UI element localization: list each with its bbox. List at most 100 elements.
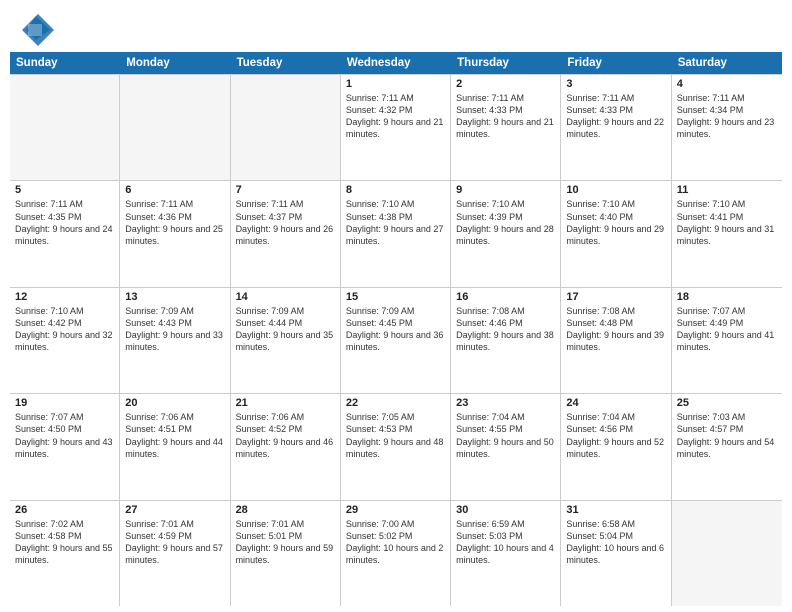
empty-cell (672, 501, 782, 606)
day-number: 31 (566, 504, 665, 516)
calendar-day-cell: 4 Sunrise: 7:11 AM Sunset: 4:34 PM Daylig… (672, 75, 782, 180)
day-info: Sunrise: 7:11 AM Sunset: 4:34 PM Dayligh… (677, 92, 777, 141)
calendar-day-cell: 26 Sunrise: 7:02 AM Sunset: 4:58 PM Dayli… (10, 501, 120, 606)
calendar-week-row: 19Sunrise: 7:07 AM Sunset: 4:50 PM Dayli… (10, 394, 782, 500)
header (0, 0, 792, 52)
day-number: 18 (677, 291, 777, 303)
day-info: Sunrise: 7:07 AM Sunset: 4:50 PM Dayligh… (15, 411, 114, 460)
day-info: Sunrise: 7:11 AM Sunset: 4:35 PM Dayligh… (15, 198, 114, 247)
empty-cell (231, 75, 341, 180)
page: SundayMondayTuesdayWednesdayThursdayFrid… (0, 0, 792, 612)
day-info: Sunrise: 7:07 AM Sunset: 4:49 PM Dayligh… (677, 305, 777, 354)
weekday-header: Friday (561, 52, 671, 74)
day-number: 22 (346, 397, 445, 409)
day-number: 3 (566, 78, 665, 90)
day-number: 11 (677, 184, 777, 196)
calendar-day-cell: 21 Sunrise: 7:06 AM Sunset: 4:52 PM Dayli… (231, 394, 341, 499)
day-number: 16 (456, 291, 555, 303)
weekday-header: Wednesday (341, 52, 451, 74)
logo-icon (18, 10, 54, 46)
calendar-day-cell: 13 Sunrise: 7:09 AM Sunset: 4:43 PM Dayli… (120, 288, 230, 393)
day-info: Sunrise: 7:01 AM Sunset: 4:59 PM Dayligh… (125, 518, 224, 567)
calendar-day-cell: 31Sunrise: 6:58 AM Sunset: 5:04 PM Dayli… (561, 501, 671, 606)
calendar-day-cell: 23 Sunrise: 7:04 AM Sunset: 4:55 PM Dayli… (451, 394, 561, 499)
day-number: 24 (566, 397, 665, 409)
calendar-day-cell: 28Sunrise: 7:01 AM Sunset: 5:01 PM Dayli… (231, 501, 341, 606)
logo (18, 10, 56, 46)
day-info: Sunrise: 7:10 AM Sunset: 4:41 PM Dayligh… (677, 198, 777, 247)
day-number: 26 (15, 504, 114, 516)
day-number: 1 (346, 78, 445, 90)
day-info: Sunrise: 7:06 AM Sunset: 4:51 PM Dayligh… (125, 411, 224, 460)
day-number: 9 (456, 184, 555, 196)
calendar-day-cell: 6 Sunrise: 7:11 AM Sunset: 4:36 PM Daylig… (120, 181, 230, 286)
day-info: Sunrise: 7:11 AM Sunset: 4:33 PM Dayligh… (566, 92, 665, 141)
day-number: 20 (125, 397, 224, 409)
calendar-body: 1 Sunrise: 7:11 AM Sunset: 4:32 PM Daylig… (10, 74, 782, 606)
day-number: 10 (566, 184, 665, 196)
calendar-day-cell: 15Sunrise: 7:09 AM Sunset: 4:45 PM Dayli… (341, 288, 451, 393)
calendar-day-cell: 24 Sunrise: 7:04 AM Sunset: 4:56 PM Dayli… (561, 394, 671, 499)
day-info: Sunrise: 7:05 AM Sunset: 4:53 PM Dayligh… (346, 411, 445, 460)
day-info: Sunrise: 7:04 AM Sunset: 4:55 PM Dayligh… (456, 411, 555, 460)
day-info: Sunrise: 7:11 AM Sunset: 4:32 PM Dayligh… (346, 92, 445, 141)
day-info: Sunrise: 7:11 AM Sunset: 4:37 PM Dayligh… (236, 198, 335, 247)
calendar-day-cell: 2 Sunrise: 7:11 AM Sunset: 4:33 PM Daylig… (451, 75, 561, 180)
day-info: Sunrise: 7:08 AM Sunset: 4:46 PM Dayligh… (456, 305, 555, 354)
day-info: Sunrise: 7:10 AM Sunset: 4:40 PM Dayligh… (566, 198, 665, 247)
day-number: 21 (236, 397, 335, 409)
day-number: 30 (456, 504, 555, 516)
day-number: 13 (125, 291, 224, 303)
calendar-day-cell: 1 Sunrise: 7:11 AM Sunset: 4:32 PM Daylig… (341, 75, 451, 180)
weekday-header: Sunday (10, 52, 120, 74)
day-number: 25 (677, 397, 777, 409)
calendar-day-cell: 5 Sunrise: 7:11 AM Sunset: 4:35 PM Daylig… (10, 181, 120, 286)
day-info: Sunrise: 7:02 AM Sunset: 4:58 PM Dayligh… (15, 518, 114, 567)
calendar-day-cell: 30 Sunrise: 6:59 AM Sunset: 5:03 PM Dayli… (451, 501, 561, 606)
weekday-header: Tuesday (231, 52, 341, 74)
day-info: Sunrise: 6:59 AM Sunset: 5:03 PM Dayligh… (456, 518, 555, 567)
calendar-day-cell: 8 Sunrise: 7:10 AM Sunset: 4:38 PM Daylig… (341, 181, 451, 286)
day-number: 6 (125, 184, 224, 196)
day-info: Sunrise: 7:04 AM Sunset: 4:56 PM Dayligh… (566, 411, 665, 460)
day-number: 23 (456, 397, 555, 409)
day-number: 12 (15, 291, 114, 303)
calendar-day-cell: 25 Sunrise: 7:03 AM Sunset: 4:57 PM Dayli… (672, 394, 782, 499)
day-info: Sunrise: 7:09 AM Sunset: 4:43 PM Dayligh… (125, 305, 224, 354)
calendar-header: SundayMondayTuesdayWednesdayThursdayFrid… (10, 52, 782, 74)
day-info: Sunrise: 7:10 AM Sunset: 4:38 PM Dayligh… (346, 198, 445, 247)
day-info: Sunrise: 7:00 AM Sunset: 5:02 PM Dayligh… (346, 518, 445, 567)
day-info: Sunrise: 7:10 AM Sunset: 4:42 PM Dayligh… (15, 305, 114, 354)
day-info: Sunrise: 7:11 AM Sunset: 4:36 PM Dayligh… (125, 198, 224, 247)
weekday-header: Thursday (451, 52, 561, 74)
weekday-header: Monday (120, 52, 230, 74)
calendar-day-cell: 10 Sunrise: 7:10 AM Sunset: 4:40 PM Dayli… (561, 181, 671, 286)
weekday-header: Saturday (672, 52, 782, 74)
day-number: 17 (566, 291, 665, 303)
day-number: 28 (236, 504, 335, 516)
calendar-day-cell: 7 Sunrise: 7:11 AM Sunset: 4:37 PM Daylig… (231, 181, 341, 286)
calendar-day-cell: 18 Sunrise: 7:07 AM Sunset: 4:49 PM Dayli… (672, 288, 782, 393)
calendar-day-cell: 12 Sunrise: 7:10 AM Sunset: 4:42 PM Dayli… (10, 288, 120, 393)
calendar-day-cell: 22 Sunrise: 7:05 AM Sunset: 4:53 PM Dayli… (341, 394, 451, 499)
calendar-day-cell: 14 Sunrise: 7:09 AM Sunset: 4:44 PM Dayli… (231, 288, 341, 393)
day-number: 4 (677, 78, 777, 90)
calendar-day-cell: 11 Sunrise: 7:10 AM Sunset: 4:41 PM Dayli… (672, 181, 782, 286)
day-number: 5 (15, 184, 114, 196)
day-number: 15 (346, 291, 445, 303)
day-number: 29 (346, 504, 445, 516)
day-number: 7 (236, 184, 335, 196)
calendar-day-cell: 20 Sunrise: 7:06 AM Sunset: 4:51 PM Dayli… (120, 394, 230, 499)
calendar-day-cell: 17 Sunrise: 7:08 AM Sunset: 4:48 PM Dayli… (561, 288, 671, 393)
day-number: 8 (346, 184, 445, 196)
empty-cell (120, 75, 230, 180)
day-info: Sunrise: 7:08 AM Sunset: 4:48 PM Dayligh… (566, 305, 665, 354)
calendar-day-cell: 19Sunrise: 7:07 AM Sunset: 4:50 PM Dayli… (10, 394, 120, 499)
day-number: 2 (456, 78, 555, 90)
day-number: 14 (236, 291, 335, 303)
day-info: Sunrise: 7:09 AM Sunset: 4:44 PM Dayligh… (236, 305, 335, 354)
day-info: Sunrise: 7:06 AM Sunset: 4:52 PM Dayligh… (236, 411, 335, 460)
day-info: Sunrise: 7:11 AM Sunset: 4:33 PM Dayligh… (456, 92, 555, 141)
calendar-week-row: 26 Sunrise: 7:02 AM Sunset: 4:58 PM Dayli… (10, 501, 782, 606)
day-info: Sunrise: 7:03 AM Sunset: 4:57 PM Dayligh… (677, 411, 777, 460)
